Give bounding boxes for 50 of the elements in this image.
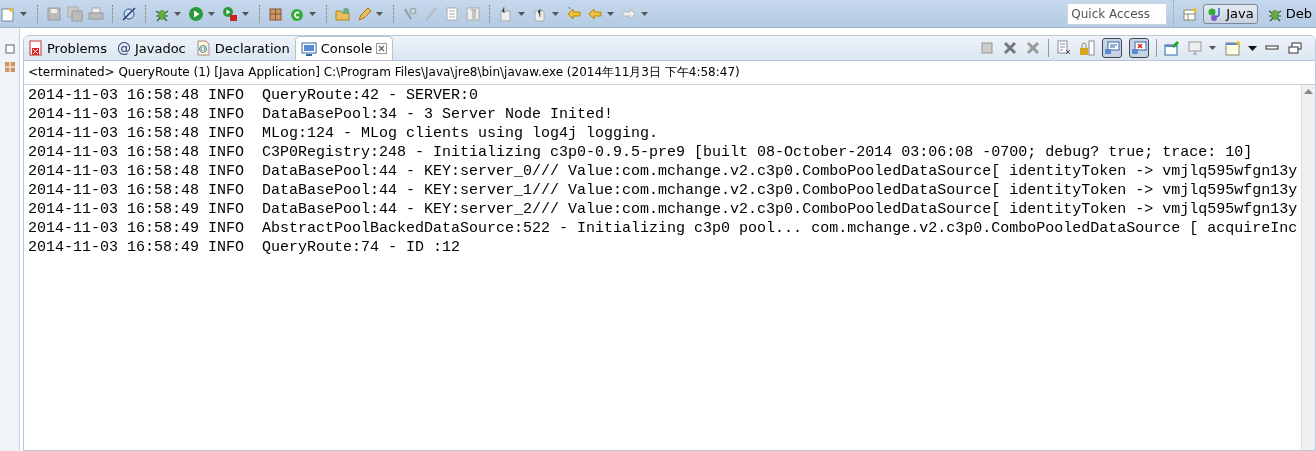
new-package-icon[interactable] bbox=[268, 5, 284, 22]
clear-console-icon[interactable] bbox=[1056, 40, 1072, 56]
last-edit-icon[interactable] bbox=[566, 5, 582, 22]
view-tab[interactable]: Declaration bbox=[190, 36, 295, 60]
caret-icon[interactable] bbox=[1248, 45, 1257, 51]
skip-breakpoints-icon[interactable] bbox=[121, 5, 137, 22]
console-line: 2014-11-03 16:58:48 INFO QueryRoute:42 - SERVER:0 bbox=[28, 86, 480, 105]
run-tool-icon[interactable] bbox=[222, 5, 238, 22]
console-icon bbox=[300, 40, 317, 57]
console-line: 2014-11-03 16:58:48 INFO C3P0Registry:248 - Initializing c3p0-0.9.5-pre9 [built 08-October-2014 03:06:08 -0700; debug? true; trace: 10] bbox=[28, 143, 1254, 162]
at-sign-icon: @ bbox=[116, 40, 131, 56]
show-on-output-icon[interactable] bbox=[1102, 38, 1122, 58]
display-console-icon[interactable] bbox=[1187, 40, 1203, 56]
pin-console-icon[interactable] bbox=[1164, 40, 1180, 56]
new-console-icon[interactable] bbox=[1225, 40, 1241, 56]
remove-all-icon[interactable] bbox=[1025, 40, 1041, 56]
grid-icon[interactable] bbox=[4, 62, 15, 72]
run-icon[interactable] bbox=[188, 5, 204, 22]
caret-icon[interactable] bbox=[1209, 46, 1216, 50]
console-line: 2014-11-03 16:58:49 INFO QueryRoute:74 - ID :12 bbox=[28, 238, 462, 257]
restore-icon[interactable] bbox=[1287, 40, 1303, 56]
view-tab[interactable]: Problems bbox=[24, 36, 112, 60]
panel-icon[interactable] bbox=[4, 44, 15, 54]
new-file-icon[interactable] bbox=[0, 5, 16, 22]
console-line: 2014-11-03 16:58:49 INFO AbstractPoolBackedDataSource:522 - Initializing c3p0 pool... com.mchange.v2.c3p0.ComboPooledDataSource [ acquireInc bbox=[28, 219, 1298, 238]
quick-access-field[interactable]: Quick Access bbox=[1067, 2, 1168, 25]
problems-icon bbox=[29, 40, 43, 56]
terminate-icon[interactable] bbox=[979, 40, 995, 56]
open-perspective-icon[interactable] bbox=[1182, 5, 1199, 22]
console-line: 2014-11-03 16:58:48 INFO DataBasePool:34 - 3 Server Node Inited! bbox=[28, 105, 615, 124]
show-on-error-icon[interactable] bbox=[1129, 38, 1149, 58]
console-line: 2014-11-03 16:58:49 INFO DataBasePool:44 - KEY:server_2/// Value:com.mchange.v2.c3p0.ComboPooledDataSource[ identityToken -> vmjlq595wfgn13y bbox=[28, 200, 1298, 219]
close-icon[interactable] bbox=[376, 43, 388, 54]
scroll-up-icon[interactable] bbox=[1304, 89, 1314, 94]
printer-icon[interactable] bbox=[88, 5, 104, 22]
pen-icon[interactable] bbox=[356, 5, 372, 22]
scroll-lock-icon[interactable] bbox=[1079, 40, 1095, 56]
console-line: 2014-11-03 16:58:48 INFO MLog:124 - MLog clients using log4j logging. bbox=[28, 124, 660, 143]
declaration-icon bbox=[195, 40, 211, 56]
console-line: 2014-11-03 16:58:48 INFO DataBasePool:44 - KEY:server_1/// Value:com.mchange.v2.c3p0.ComboPooledDataSource[ identityToken -> vmjlq595wfgn13y bbox=[28, 181, 1298, 200]
remove-launch-icon[interactable] bbox=[1002, 40, 1018, 56]
view-tab[interactable]: @ Javadoc bbox=[111, 36, 191, 60]
block-icon[interactable] bbox=[444, 5, 460, 22]
perspective-button[interactable]: Java bbox=[1203, 3, 1258, 24]
open-folder-icon[interactable] bbox=[335, 5, 351, 22]
launch-description: <terminated> QueryRoute (1) [Java Application] C:\Program Files\Java\jre8\bin\javaw.exe (2014年11月3日 下午4:58:47) bbox=[24, 61, 1315, 85]
save-icon[interactable] bbox=[46, 5, 62, 22]
view-tab[interactable]: Console bbox=[294, 36, 394, 60]
console-line: 2014-11-03 16:58:48 INFO DataBasePool:44 - KEY:server_0/// Value:com.mchange.v2.c3p0.ComboPooledDataSource[ identityToken -> vmjlq595wfgn13y bbox=[28, 162, 1298, 181]
perspective-button[interactable]: Deb bbox=[1262, 3, 1316, 24]
